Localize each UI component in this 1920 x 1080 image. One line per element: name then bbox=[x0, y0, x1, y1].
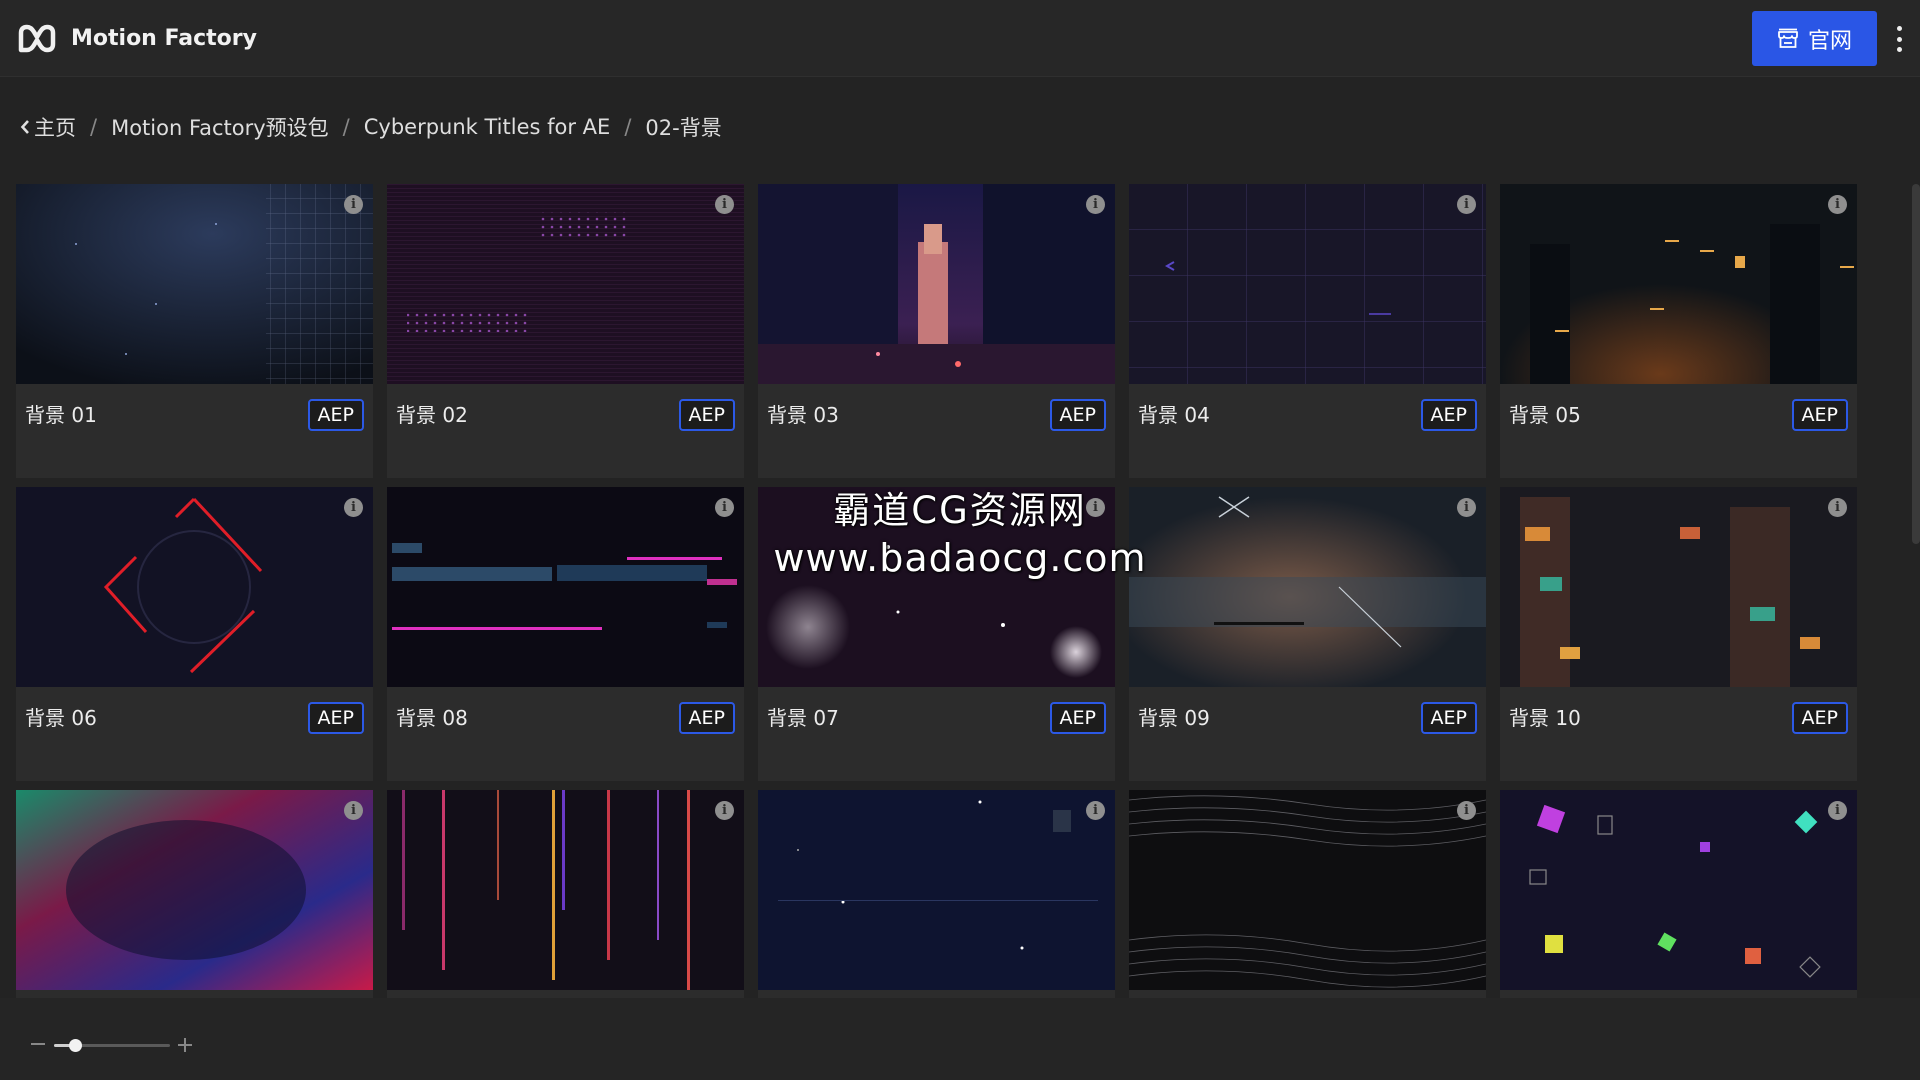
info-icon[interactable]: i bbox=[1457, 801, 1476, 820]
asset-thumbnail bbox=[758, 790, 1115, 990]
asset-thumbnail bbox=[387, 184, 744, 384]
asset-thumbnail bbox=[387, 790, 744, 990]
asset-thumbnail bbox=[16, 790, 373, 990]
zoom-in-icon[interactable] bbox=[177, 1037, 193, 1053]
vertical-dots-icon[interactable] bbox=[1889, 24, 1909, 54]
asset-card[interactable]: i 背景 10 AEP bbox=[1500, 487, 1857, 781]
breadcrumb: 主页 / Motion Factory预设包 / Cyberpunk Title… bbox=[20, 112, 722, 142]
aep-badge: AEP bbox=[1791, 702, 1848, 734]
asset-title: 背景 07 bbox=[767, 706, 839, 730]
breadcrumb-preset-pack[interactable]: Motion Factory预设包 bbox=[111, 112, 329, 142]
asset-card[interactable]: i 背景 08 AEP bbox=[387, 487, 744, 781]
asset-title: 背景 02 bbox=[396, 403, 468, 427]
info-icon[interactable]: i bbox=[1828, 195, 1847, 214]
asset-thumbnail bbox=[387, 487, 744, 687]
asset-title: 背景 04 bbox=[1138, 403, 1210, 427]
asset-card[interactable]: i 背景 04 AEP bbox=[1129, 184, 1486, 478]
breadcrumb-separator: / bbox=[624, 115, 632, 139]
asset-card[interactable]: i 背景 09 AEP bbox=[1129, 487, 1486, 781]
aep-badge: AEP bbox=[1049, 399, 1106, 431]
info-icon[interactable]: i bbox=[715, 801, 734, 820]
scrollbar[interactable] bbox=[1912, 184, 1920, 544]
asset-card[interactable]: i bbox=[758, 790, 1115, 998]
info-icon[interactable]: i bbox=[1828, 801, 1847, 820]
breadcrumb-separator: / bbox=[342, 115, 350, 139]
asset-title: 背景 09 bbox=[1138, 706, 1210, 730]
asset-thumbnail bbox=[16, 487, 373, 687]
footer-bar bbox=[0, 998, 1920, 1080]
breadcrumb-current: 02-背景 bbox=[645, 116, 722, 140]
asset-thumbnail bbox=[1129, 184, 1486, 384]
info-icon[interactable]: i bbox=[1086, 195, 1105, 214]
asset-thumbnail bbox=[1129, 487, 1486, 687]
official-site-button[interactable]: 官网 bbox=[1752, 11, 1877, 66]
asset-thumbnail bbox=[1500, 184, 1857, 384]
asset-thumbnail bbox=[16, 184, 373, 384]
asset-card[interactable]: i bbox=[1129, 790, 1486, 998]
asset-title: 背景 03 bbox=[767, 403, 839, 427]
info-icon[interactable]: i bbox=[344, 498, 363, 517]
info-icon[interactable]: i bbox=[1086, 498, 1105, 517]
asset-card[interactable]: i bbox=[1500, 790, 1857, 998]
asset-title: 背景 05 bbox=[1509, 403, 1581, 427]
asset-card[interactable]: i 背景 07 AEP bbox=[758, 487, 1115, 781]
info-icon[interactable]: i bbox=[1828, 498, 1847, 517]
asset-card[interactable]: i bbox=[16, 790, 373, 998]
info-icon[interactable]: i bbox=[715, 195, 734, 214]
asset-thumbnail bbox=[1129, 790, 1486, 990]
info-icon[interactable]: i bbox=[344, 801, 363, 820]
aep-badge: AEP bbox=[1420, 702, 1477, 734]
info-icon[interactable]: i bbox=[344, 195, 363, 214]
zoom-out-icon[interactable] bbox=[30, 1036, 46, 1052]
app-title: Motion Factory bbox=[71, 26, 257, 51]
asset-title: 背景 10 bbox=[1509, 706, 1581, 730]
asset-card[interactable]: i 背景 06 AEP bbox=[16, 487, 373, 781]
asset-card[interactable]: i bbox=[387, 790, 744, 998]
breadcrumb-separator: / bbox=[90, 115, 98, 139]
asset-thumbnail bbox=[758, 184, 1115, 384]
info-icon[interactable]: i bbox=[1086, 801, 1105, 820]
breadcrumb-collection[interactable]: Cyberpunk Titles for AE bbox=[364, 115, 611, 139]
asset-card[interactable]: i 背景 05 AEP bbox=[1500, 184, 1857, 478]
aep-badge: AEP bbox=[1049, 702, 1106, 734]
breadcrumb-home[interactable]: 主页 bbox=[34, 112, 76, 142]
aep-badge: AEP bbox=[1791, 399, 1848, 431]
asset-title: 背景 08 bbox=[396, 706, 468, 730]
info-icon[interactable]: i bbox=[1457, 498, 1476, 517]
top-bar: Motion Factory 官网 bbox=[0, 0, 1920, 77]
asset-thumbnail bbox=[1500, 790, 1857, 990]
asset-card[interactable]: i 背景 02 AEP bbox=[387, 184, 744, 478]
asset-card[interactable]: i 背景 03 AEP bbox=[758, 184, 1115, 478]
asset-title: 背景 06 bbox=[25, 706, 97, 730]
info-icon[interactable]: i bbox=[715, 498, 734, 517]
zoom-slider-handle[interactable] bbox=[69, 1039, 82, 1052]
asset-thumbnail bbox=[1500, 487, 1857, 687]
asset-grid: i 背景 01 AEP i 背景 02 AEP i 背景 03 AEP i 背景… bbox=[16, 184, 1858, 998]
info-icon[interactable]: i bbox=[1457, 195, 1476, 214]
official-site-label: 官网 bbox=[1807, 28, 1852, 54]
aep-badge: AEP bbox=[1420, 399, 1477, 431]
storefront-icon bbox=[1778, 28, 1798, 48]
aep-badge: AEP bbox=[678, 399, 735, 431]
aep-badge: AEP bbox=[307, 399, 364, 431]
chevron-left-icon[interactable] bbox=[20, 119, 30, 135]
asset-card[interactable]: i 背景 01 AEP bbox=[16, 184, 373, 478]
asset-thumbnail bbox=[758, 487, 1115, 687]
zoom-slider[interactable] bbox=[54, 1039, 170, 1052]
mf-logo-icon[interactable] bbox=[16, 22, 58, 55]
asset-title: 背景 01 bbox=[25, 403, 97, 427]
aep-badge: AEP bbox=[307, 702, 364, 734]
aep-badge: AEP bbox=[678, 702, 735, 734]
